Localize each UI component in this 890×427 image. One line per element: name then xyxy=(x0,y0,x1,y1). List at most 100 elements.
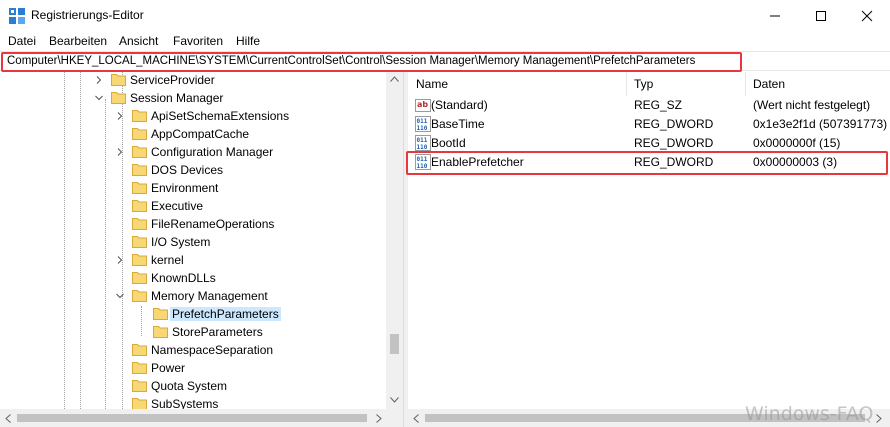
tree-item[interactable]: SubSystems xyxy=(0,395,386,409)
folder-icon xyxy=(132,290,147,302)
value-data: 0x00000003 (3) xyxy=(753,155,838,169)
tree-item[interactable]: Session Manager xyxy=(0,89,386,107)
folder-icon xyxy=(132,146,147,158)
tree-item-label: ApiSetSchemaExtensions xyxy=(151,109,290,123)
tree-item[interactable]: ServiceProvider xyxy=(0,72,386,89)
maximize-icon xyxy=(816,11,826,21)
folder-icon xyxy=(132,200,147,212)
title-bar: Registrierungs-Editor xyxy=(0,0,890,32)
value-row[interactable]: ab (Standard) REG_SZ (Wert nicht festgelegt… xyxy=(408,96,890,114)
watermark: Windows-FAQ xyxy=(745,403,874,425)
address-bar[interactable]: Computer\HKEY_LOCAL_MACHINE\SYSTEM\Curre… xyxy=(0,51,890,71)
tree-item-label: KnownDLLs xyxy=(151,271,216,285)
maximize-button[interactable] xyxy=(798,0,844,32)
tree-item[interactable]: kernel xyxy=(0,251,386,269)
chevron-right-icon[interactable] xyxy=(115,111,125,121)
folder-icon xyxy=(132,164,147,176)
folder-icon xyxy=(132,362,147,374)
scroll-left-icon[interactable] xyxy=(5,414,11,423)
menu-bearbeiten[interactable]: Bearbeiten xyxy=(49,34,107,48)
folder-icon xyxy=(132,398,147,409)
column-separator[interactable] xyxy=(745,72,746,96)
menu-hilfe[interactable]: Hilfe xyxy=(236,34,260,48)
value-name: BootId xyxy=(431,136,466,150)
tree-vertical-scroll-thumb[interactable] xyxy=(390,334,399,354)
minimize-icon xyxy=(770,15,780,17)
tree-item[interactable]: Configuration Manager xyxy=(0,143,386,161)
scroll-down-icon[interactable] xyxy=(390,397,399,403)
tree-item[interactable]: StoreParameters xyxy=(0,323,386,341)
scroll-right-icon[interactable] xyxy=(376,414,382,423)
folder-icon xyxy=(132,272,147,284)
tree-vertical-scrollbar[interactable] xyxy=(386,72,403,409)
dword-value-icon: 011110 xyxy=(415,135,431,151)
tree-item[interactable]: Power xyxy=(0,359,386,377)
minimize-button[interactable] xyxy=(752,0,798,32)
value-type: REG_SZ xyxy=(634,98,683,112)
tree-item-label: kernel xyxy=(151,253,184,267)
value-row[interactable]: 011 110 EnablePrefetcher REG_DWORD 0x0000000… xyxy=(408,153,890,171)
tree-item[interactable]: NamespaceSeparation xyxy=(0,341,386,359)
tree-item-label: PrefetchParameters xyxy=(170,307,281,321)
value-name: BaseTime xyxy=(431,117,485,131)
folder-icon xyxy=(132,380,147,392)
column-header-data[interactable]: Daten xyxy=(753,72,785,96)
folder-icon xyxy=(111,74,126,86)
tree-item-label: AppCompatCache xyxy=(151,127,250,141)
tree-horizontal-scroll-thumb[interactable] xyxy=(17,414,367,422)
svg-text:011: 011 xyxy=(417,156,428,163)
value-type: REG_DWORD xyxy=(634,136,714,150)
chevron-down-icon[interactable] xyxy=(94,93,104,103)
string-value-icon: ab xyxy=(415,99,431,112)
column-header-type[interactable]: Typ xyxy=(634,72,653,96)
folder-icon xyxy=(132,182,147,194)
value-list[interactable]: Name Typ Daten ab (Standard) REG_SZ (Wert n… xyxy=(408,72,890,409)
column-separator[interactable] xyxy=(626,72,627,96)
tree-item[interactable]: KnownDLLs xyxy=(0,269,386,287)
column-header-name[interactable]: Name xyxy=(416,72,448,96)
tree-item-label: Configuration Manager xyxy=(151,145,274,159)
tree-item[interactable]: Environment xyxy=(0,179,386,197)
tree-item[interactable]: PrefetchParameters xyxy=(0,305,386,323)
value-row[interactable]: 011 110 BaseTime REG_DWORD 0x1e3e2f1d (50739… xyxy=(408,115,890,133)
value-name: EnablePrefetcher xyxy=(431,155,524,169)
key-tree[interactable]: ServiceProvider Session Manager ApiSetSche… xyxy=(0,72,403,409)
chevron-right-icon[interactable] xyxy=(94,75,104,85)
folder-icon xyxy=(153,326,168,338)
address-path[interactable]: Computer\HKEY_LOCAL_MACHINE\SYSTEM\Curre… xyxy=(7,55,695,67)
tree-item-label: Memory Management xyxy=(151,289,268,303)
scroll-right-icon[interactable] xyxy=(876,414,882,423)
tree-item[interactable]: Memory Management xyxy=(0,287,386,305)
tree-item[interactable]: Quota System xyxy=(0,377,386,395)
tree-item[interactable]: I/O System xyxy=(0,233,386,251)
menu-favoriten[interactable]: Favoriten xyxy=(173,34,223,48)
tree-item-label: Environment xyxy=(151,181,219,195)
value-data: 0x0000000f (15) xyxy=(753,136,841,150)
folder-icon xyxy=(132,344,147,356)
scroll-left-icon[interactable] xyxy=(413,414,419,423)
dword-value-icon: 011110 xyxy=(415,116,431,132)
svg-text:110: 110 xyxy=(417,144,428,151)
menu-ansicht[interactable]: Ansicht xyxy=(119,34,158,48)
menu-datei[interactable]: Datei xyxy=(8,34,36,48)
window-title: Registrierungs-Editor xyxy=(31,8,144,22)
svg-text:ab: ab xyxy=(417,100,428,109)
close-icon xyxy=(861,10,873,22)
tree-item[interactable]: Executive xyxy=(0,197,386,215)
folder-icon xyxy=(132,110,147,122)
chevron-right-icon[interactable] xyxy=(115,147,125,157)
value-data: (Wert nicht festgelegt) xyxy=(753,98,871,112)
chevron-right-icon[interactable] xyxy=(115,255,125,265)
tree-item[interactable]: ApiSetSchemaExtensions xyxy=(0,107,386,125)
folder-icon xyxy=(132,218,147,230)
value-row[interactable]: 011 110 BootId REG_DWORD 0x0000000f (15) xyxy=(408,134,890,152)
tree-item[interactable]: DOS Devices xyxy=(0,161,386,179)
close-button[interactable] xyxy=(844,0,890,32)
svg-text:110: 110 xyxy=(417,125,428,132)
chevron-down-icon[interactable] xyxy=(115,291,125,301)
tree-horizontal-scrollbar[interactable] xyxy=(0,409,403,427)
tree-item[interactable]: FileRenameOperations xyxy=(0,215,386,233)
svg-text:110: 110 xyxy=(417,163,428,170)
scroll-up-icon[interactable] xyxy=(390,76,399,82)
tree-item[interactable]: AppCompatCache xyxy=(0,125,386,143)
